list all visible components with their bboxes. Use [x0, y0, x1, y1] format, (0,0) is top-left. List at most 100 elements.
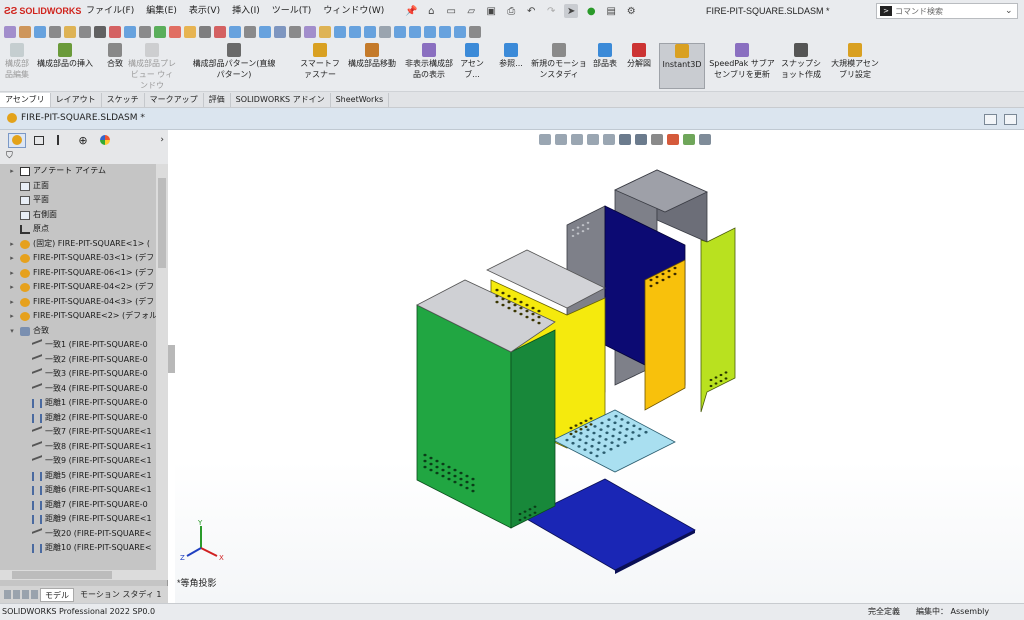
- toolbar-tool-icon[interactable]: [124, 25, 136, 38]
- menu-item-3[interactable]: 挿入(I): [226, 0, 266, 22]
- tree-node[interactable]: 一致9 (FIRE-PIT-SQUARE<1: [0, 454, 156, 469]
- tree-node[interactable]: 平面: [0, 193, 156, 208]
- scroll-thumb[interactable]: [158, 178, 166, 268]
- tree-node[interactable]: ▸ (固定) FIRE-PIT-SQUARE<1> (: [0, 237, 156, 252]
- toolbar-tool-icon[interactable]: [79, 25, 91, 38]
- toolbar-tool-icon[interactable]: [304, 25, 316, 38]
- command-button-12[interactable]: 分解図: [624, 43, 654, 69]
- command-button-16[interactable]: 大規模アセンブリ設定: [830, 43, 880, 80]
- expand-toggle-icon[interactable]: ▸: [8, 237, 16, 252]
- print-icon[interactable]: ⎙: [504, 4, 518, 18]
- toolbar-tool-icon[interactable]: [379, 25, 391, 38]
- prev-tab-nav-icon[interactable]: [13, 590, 20, 599]
- tree-node[interactable]: 一致4 (FIRE-PIT-SQUARE-0: [0, 382, 156, 397]
- toolbar-tool-icon[interactable]: [334, 25, 346, 38]
- tile-window-icon[interactable]: [984, 114, 997, 125]
- toolbar-tool-icon[interactable]: [49, 25, 61, 38]
- green-panel-side[interactable]: [510, 329, 556, 529]
- expand-toggle-icon[interactable]: ▸: [8, 266, 16, 281]
- tree-node[interactable]: ▸ FIRE-PIT-SQUARE-04<2> (デフ: [0, 280, 156, 295]
- open-icon[interactable]: ▱: [464, 4, 478, 18]
- display-manager-tab-icon[interactable]: [96, 133, 114, 148]
- command-button-14[interactable]: SpeedPak サブアセンブリを更新: [706, 43, 778, 80]
- toolbar-tool-icon[interactable]: [199, 25, 211, 38]
- undo-icon[interactable]: ↶: [524, 4, 538, 18]
- pin-icon[interactable]: 📌: [404, 4, 418, 18]
- expand-toggle-icon[interactable]: ▸: [8, 280, 16, 295]
- configuration-manager-tab-icon[interactable]: [52, 133, 70, 148]
- command-button-7[interactable]: 非表示構成部品の表示: [404, 43, 454, 80]
- toolbar-tool-icon[interactable]: [274, 25, 286, 38]
- tree-node[interactable]: 距離9 (FIRE-PIT-SQUARE<1: [0, 512, 156, 527]
- toolbar-tool-icon[interactable]: [469, 25, 481, 38]
- command-tab-4[interactable]: 評価: [204, 93, 231, 107]
- save-icon[interactable]: ▣: [484, 4, 498, 18]
- restore-window-icon[interactable]: [1004, 114, 1017, 125]
- first-tab-nav-icon[interactable]: [4, 590, 11, 599]
- expand-toggle-icon[interactable]: ▸: [8, 251, 16, 266]
- next-tab-nav-icon[interactable]: [22, 590, 29, 599]
- tree-node[interactable]: 距離1 (FIRE-PIT-SQUARE-0: [0, 396, 156, 411]
- toolbar-tool-icon[interactable]: [229, 25, 241, 38]
- command-button-11[interactable]: 部品表: [590, 43, 620, 69]
- toolbar-tool-icon[interactable]: [424, 25, 436, 38]
- traffic-light-icon[interactable]: ●: [584, 4, 598, 18]
- toolbar-tool-icon[interactable]: [454, 25, 466, 38]
- filter-icon[interactable]: ⛉: [6, 151, 13, 161]
- toolbar-tool-icon[interactable]: [109, 25, 121, 38]
- toolbar-tool-icon[interactable]: [139, 25, 151, 38]
- command-button-0[interactable]: 構成部品編集: [2, 43, 32, 80]
- options-gear-icon[interactable]: ⚙: [624, 4, 638, 18]
- toolbar-tool-icon[interactable]: [4, 25, 16, 38]
- command-tab-2[interactable]: スケッチ: [102, 93, 145, 107]
- tree-node[interactable]: 原点: [0, 222, 156, 237]
- home-icon[interactable]: ⌂: [424, 4, 438, 18]
- tree-node[interactable]: 距離5 (FIRE-PIT-SQUARE<1: [0, 469, 156, 484]
- toolbar-tool-icon[interactable]: [64, 25, 76, 38]
- tree-node[interactable]: 一致7 (FIRE-PIT-SQUARE<1: [0, 425, 156, 440]
- command-tab-0[interactable]: アセンブリ: [0, 93, 51, 107]
- new-document-icon[interactable]: ▭: [444, 4, 458, 18]
- command-tab-1[interactable]: レイアウト: [51, 93, 102, 107]
- last-tab-nav-icon[interactable]: [31, 590, 38, 599]
- dimxpert-tab-icon[interactable]: ⊕: [74, 133, 92, 148]
- toolbar-tool-icon[interactable]: [409, 25, 421, 38]
- tree-node[interactable]: 一致2 (FIRE-PIT-SQUARE-0: [0, 353, 156, 368]
- tree-node[interactable]: 一致20 (FIRE-PIT-SQUARE<: [0, 527, 156, 542]
- command-button-10[interactable]: 新規のモーションスタディ: [530, 43, 588, 80]
- tree-node[interactable]: ▸ FIRE-PIT-SQUARE-04<3> (デフ: [0, 295, 156, 310]
- command-button-2[interactable]: 合致: [102, 43, 128, 69]
- command-button-6[interactable]: 構成部品移動: [342, 43, 402, 69]
- tree-node[interactable]: 右側面: [0, 208, 156, 223]
- expand-toggle-icon[interactable]: ▸: [8, 295, 16, 310]
- tree-node[interactable]: 距離6 (FIRE-PIT-SQUARE<1: [0, 483, 156, 498]
- graphics-area[interactable]: Y X Z *等角投影: [175, 130, 1024, 603]
- file-properties-icon[interactable]: ▤: [604, 4, 618, 18]
- property-manager-tab-icon[interactable]: [30, 133, 48, 148]
- command-search[interactable]: > コマンド検索 ⌄: [876, 3, 1018, 19]
- toolbar-tool-icon[interactable]: [169, 25, 181, 38]
- tree-vertical-scrollbar[interactable]: [156, 164, 168, 570]
- panel-tabs-more-icon[interactable]: ›: [160, 135, 164, 145]
- lime-panel[interactable]: [700, 227, 736, 413]
- toolbar-tool-icon[interactable]: [94, 25, 106, 38]
- command-button-15[interactable]: スナップショット作成: [780, 43, 822, 80]
- toolbar-tool-icon[interactable]: [214, 25, 226, 38]
- feature-manager-tab-icon[interactable]: [8, 132, 26, 148]
- command-button-13[interactable]: Instant3D: [659, 43, 705, 89]
- tree-node[interactable]: 距離7 (FIRE-PIT-SQUARE-0: [0, 498, 156, 513]
- command-tab-5[interactable]: SOLIDWORKS アドイン: [231, 93, 331, 107]
- expand-toggle-icon[interactable]: ▸: [8, 309, 16, 324]
- toolbar-tool-icon[interactable]: [259, 25, 271, 38]
- tree-node[interactable]: ▸ FIRE-PIT-SQUARE-03<1> (デフ: [0, 251, 156, 266]
- toolbar-tool-icon[interactable]: [319, 25, 331, 38]
- menu-item-2[interactable]: 表示(V): [183, 0, 226, 22]
- search-dropdown-icon[interactable]: ⌄: [1005, 6, 1017, 16]
- tree-node[interactable]: 正面: [0, 179, 156, 194]
- toolbar-tool-icon[interactable]: [394, 25, 406, 38]
- command-button-1[interactable]: 構成部品の挿入: [34, 43, 96, 69]
- tree-node[interactable]: ▸ FIRE-PIT-SQUARE-06<1> (デフ: [0, 266, 156, 281]
- toolbar-tool-icon[interactable]: [364, 25, 376, 38]
- tree-node[interactable]: ▸ FIRE-PIT-SQUARE<2> (デフォルト: [0, 309, 156, 324]
- tree-node[interactable]: 一致3 (FIRE-PIT-SQUARE-0: [0, 367, 156, 382]
